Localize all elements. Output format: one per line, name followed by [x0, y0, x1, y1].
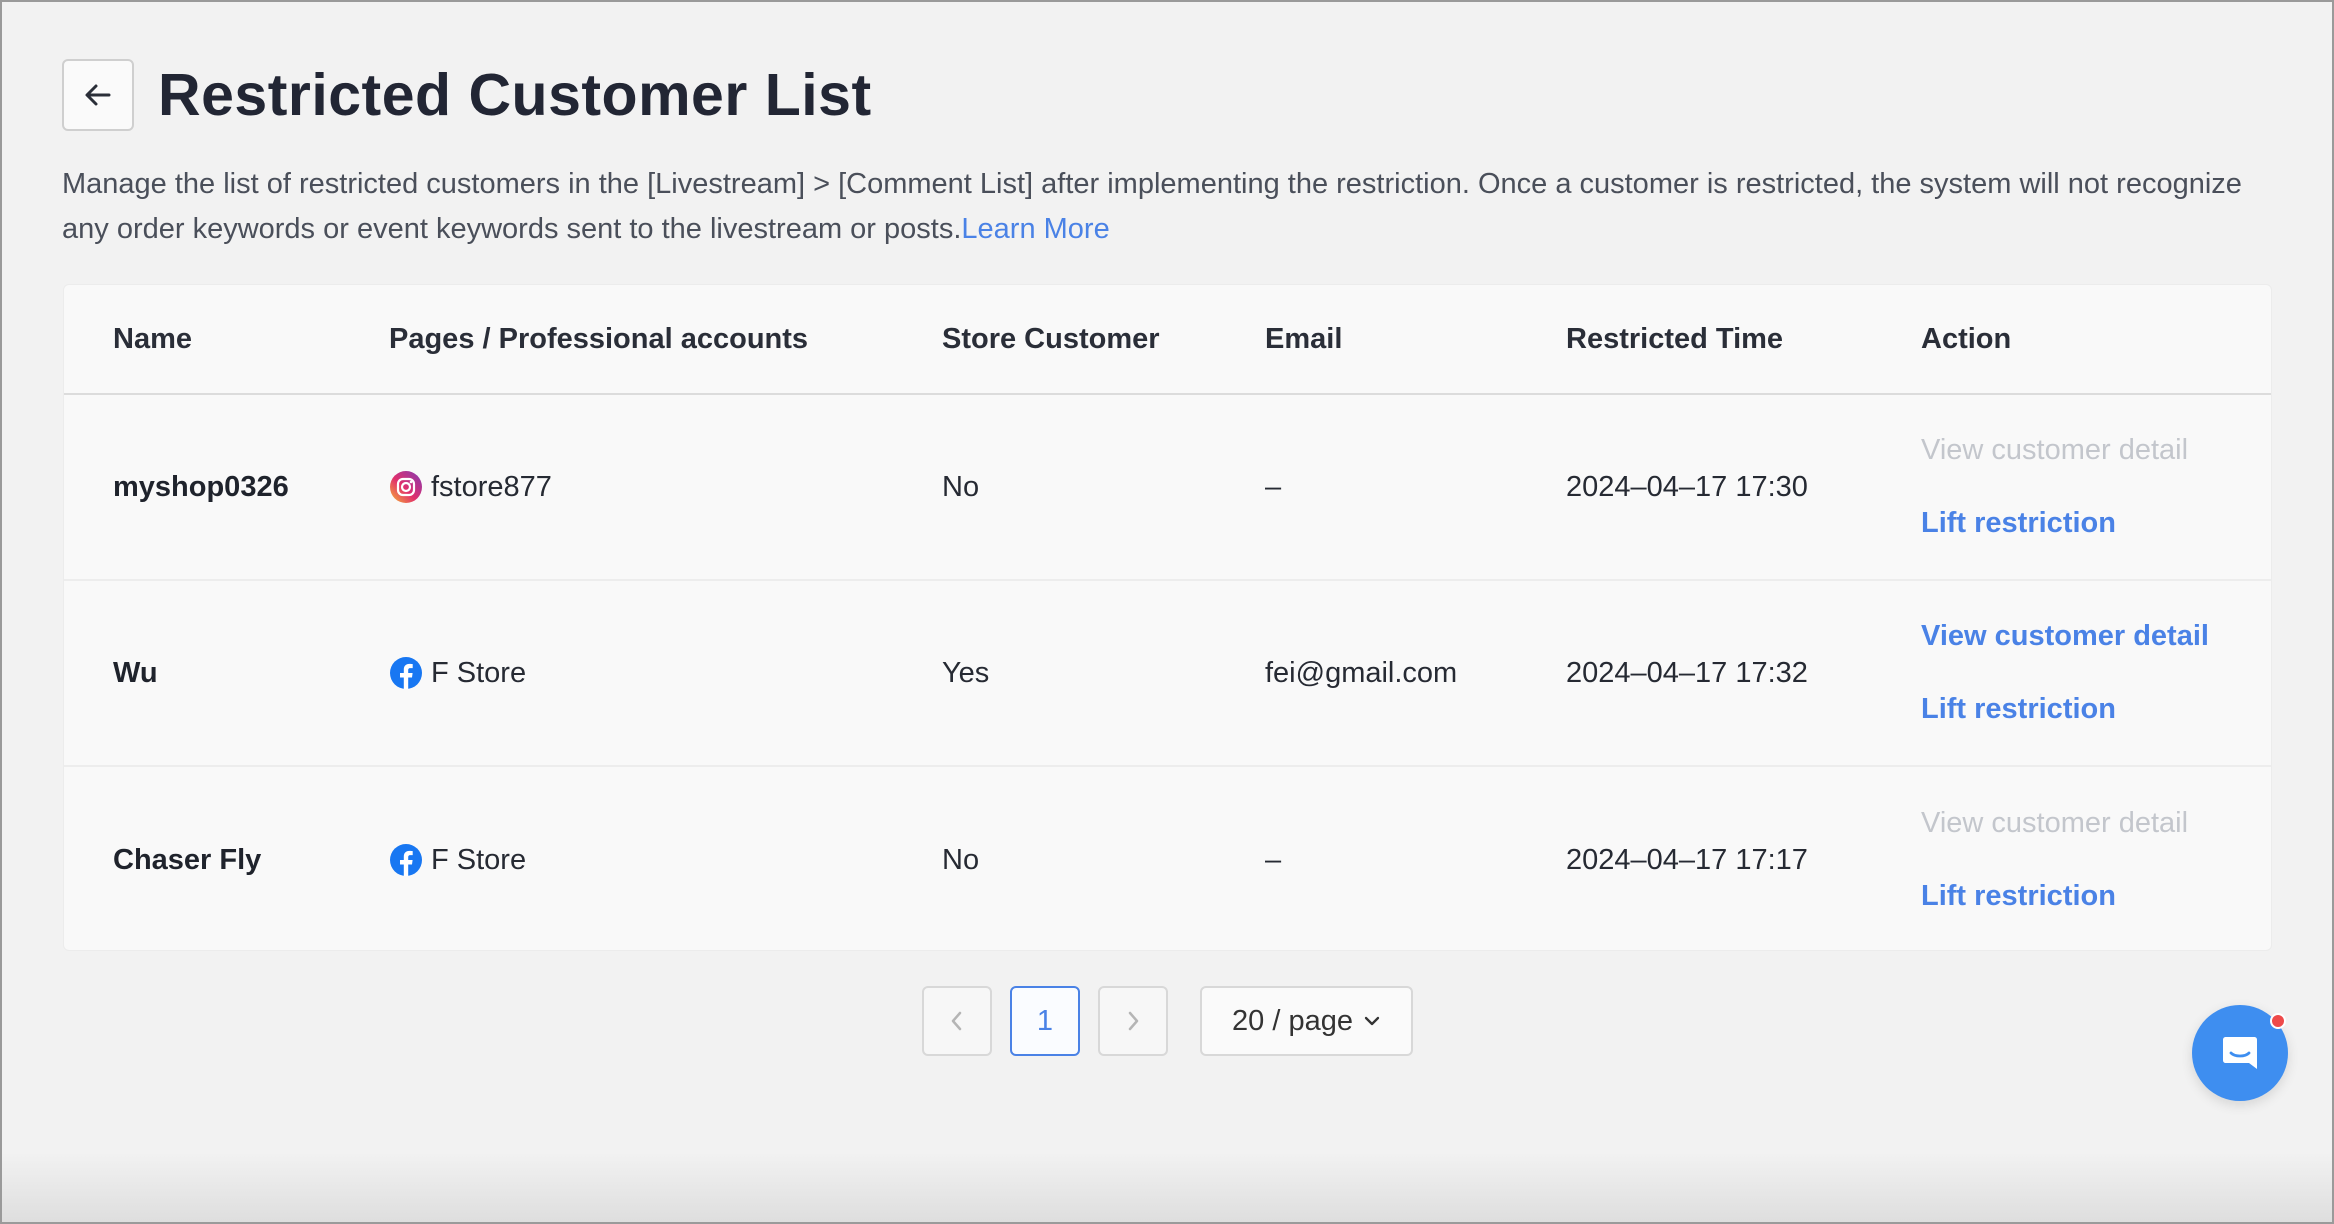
email-value: –	[1265, 843, 1282, 876]
customer-name: Chaser Fly	[113, 843, 262, 876]
column-header-restricted-time: Restricted Time	[1566, 322, 1784, 355]
learn-more-link[interactable]: Learn More	[961, 213, 1109, 245]
chevron-right-icon	[1128, 1011, 1139, 1031]
email-value: –	[1265, 470, 1282, 503]
view-customer-detail-link: View customer detail	[1921, 434, 2189, 466]
row-actions: View customer detail Lift restriction	[1921, 581, 2209, 765]
restricted-time-value: 2024–04–17 17:32	[1566, 656, 1808, 689]
chevron-down-icon	[1364, 1016, 1380, 1026]
page-size-select[interactable]: 20 / page	[1200, 986, 1413, 1056]
table-row: myshop0326 fstore877 No – 2024–04–17 17:…	[64, 395, 2271, 581]
view-customer-detail-link[interactable]: View customer detail	[1921, 620, 2209, 653]
next-page-button[interactable]	[1098, 986, 1168, 1056]
table-row: Chaser Fly F Store No – 2024–04–17 17:17…	[64, 767, 2271, 950]
page-account: F Store	[389, 767, 527, 950]
page-name: fstore877	[431, 470, 552, 503]
customer-name: myshop0326	[113, 470, 289, 503]
restricted-time-value: 2024–04–17 17:17	[1566, 843, 1808, 876]
chat-icon	[2223, 1037, 2257, 1069]
app-window: Restricted Customer List Manage the list…	[0, 0, 2334, 1224]
restricted-time-value: 2024–04–17 17:30	[1566, 470, 1808, 503]
table-header-row: Name Pages / Professional accounts Store…	[64, 285, 2271, 395]
store-customer-value: No	[942, 470, 980, 503]
customer-name: Wu	[113, 656, 158, 689]
page-size-value: 20 / page	[1232, 1004, 1353, 1037]
column-header-pages: Pages / Professional accounts	[389, 322, 809, 355]
row-actions: View customer detail Lift restriction	[1921, 767, 2189, 950]
column-header-store-customer: Store Customer	[942, 322, 1160, 355]
arrow-left-icon	[85, 84, 111, 106]
facebook-icon	[390, 657, 422, 689]
page-name: F Store	[431, 843, 527, 876]
view-customer-detail-link: View customer detail	[1921, 807, 2189, 839]
lift-restriction-link[interactable]: Lift restriction	[1921, 693, 2116, 726]
pagination: 1 20 / page	[922, 986, 1413, 1056]
back-button[interactable]	[62, 59, 134, 131]
lift-restriction-link[interactable]: Lift restriction	[1921, 507, 2116, 540]
lift-restriction-link[interactable]: Lift restriction	[1921, 880, 2116, 913]
page-header: Restricted Customer List	[62, 59, 872, 131]
store-customer-value: Yes	[942, 656, 990, 689]
page-number-button[interactable]: 1	[1010, 986, 1080, 1056]
bottom-shade	[2, 1152, 2332, 1222]
description-text: Manage the list of restricted customers …	[62, 168, 2242, 245]
column-header-email: Email	[1265, 322, 1343, 355]
chevron-left-icon	[951, 1011, 962, 1031]
store-customer-value: No	[942, 843, 980, 876]
facebook-icon	[390, 844, 422, 876]
notification-dot	[2270, 1013, 2286, 1029]
instagram-icon	[390, 471, 422, 503]
row-actions: View customer detail Lift restriction	[1921, 395, 2188, 579]
page-description: Manage the list of restricted customers …	[62, 162, 2262, 252]
page-account: fstore877	[389, 395, 552, 579]
page-name: F Store	[431, 656, 527, 689]
previous-page-button[interactable]	[922, 986, 992, 1056]
column-header-action: Action	[1921, 322, 2012, 355]
email-value: fei@gmail.com	[1265, 656, 1458, 689]
restricted-customers-table: Name Pages / Professional accounts Store…	[63, 284, 2272, 951]
chat-support-button[interactable]	[2192, 1005, 2288, 1101]
page-account: F Store	[389, 581, 526, 765]
column-header-name: Name	[113, 322, 192, 355]
table-row: Wu F Store Yes fei@gmail.com 2024–04–17 …	[64, 581, 2271, 767]
page-title: Restricted Customer List	[158, 62, 872, 128]
